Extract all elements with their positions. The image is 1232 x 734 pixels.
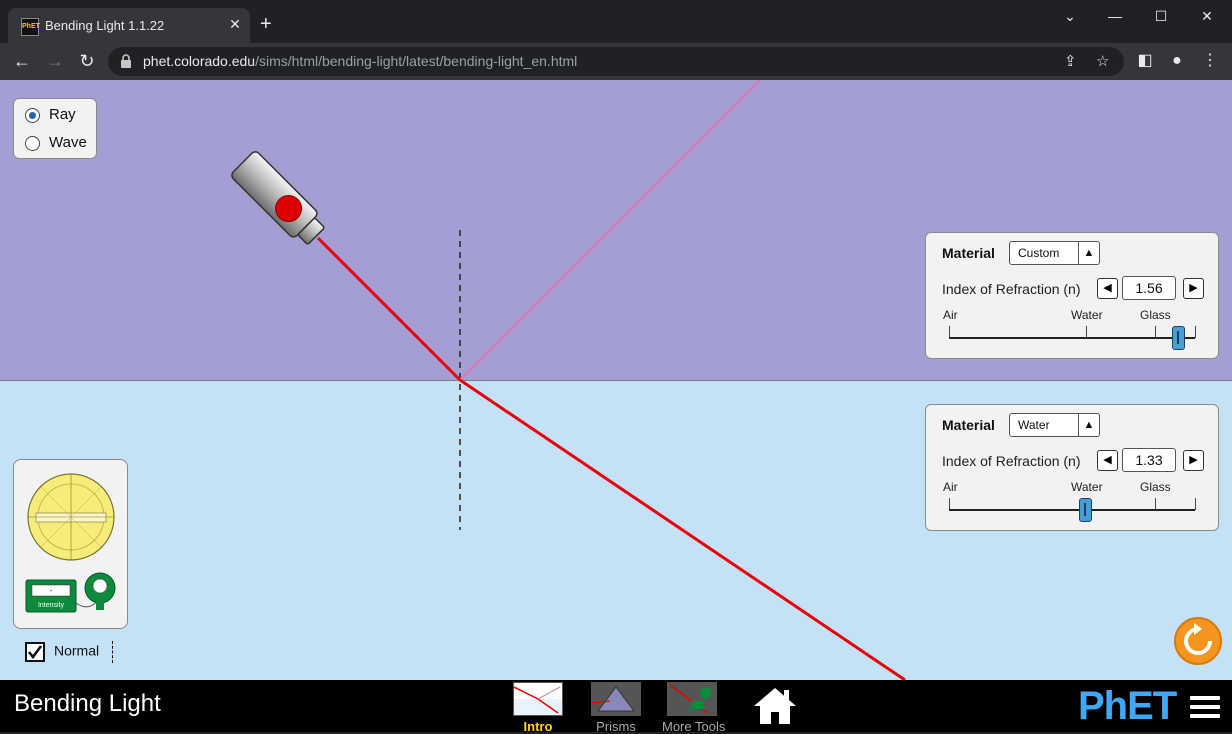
radio-wave-button[interactable]: [25, 135, 40, 151]
laser-pointer[interactable]: [230, 150, 329, 249]
simulation-area[interactable]: Ray Wave Material Custom ▲ Index of Refr…: [0, 80, 1232, 680]
bottom-tick-glass: Glass: [1140, 480, 1171, 494]
tab-title: Bending Light 1.1.22: [45, 18, 165, 33]
top-ior-slider-thumb[interactable]: [1172, 326, 1186, 350]
url-text: phet.colorado.edu/sims/html/bending-ligh…: [143, 53, 577, 69]
top-material-label: Material: [942, 245, 995, 261]
top-material-select[interactable]: Custom ▲: [1009, 241, 1100, 265]
url-host: phet.colorado.edu: [143, 53, 256, 69]
top-tick-water: Water: [1071, 308, 1103, 322]
top-ior-slider-track[interactable]: [949, 337, 1195, 339]
profile-icon[interactable]: ●: [1167, 51, 1187, 71]
reset-icon: [1184, 623, 1212, 655]
top-tick-air: Air: [943, 308, 958, 322]
ray-wave-panel: Ray Wave: [13, 98, 97, 159]
bottom-ior-slider-track[interactable]: [949, 509, 1195, 511]
share-icon[interactable]: ⇪: [1064, 52, 1077, 70]
toolbox-tools: - Intensity: [25, 473, 116, 613]
bottom-material-select[interactable]: Water ▲: [1009, 413, 1100, 437]
phet-favicon-icon: PhET: [21, 18, 40, 36]
minimize-icon[interactable]: —: [1095, 6, 1135, 26]
normal-label: Normal: [54, 642, 100, 659]
normal-checkbox-box[interactable]: [25, 642, 45, 662]
intensity-label: Intensity: [38, 602, 65, 609]
top-tick-mark: [1195, 326, 1196, 338]
bottom-ior-slider-thumb[interactable]: [1078, 498, 1092, 522]
top-ior-value: 1.56: [1122, 276, 1176, 300]
bottom-ior-increment-button[interactable]: ▶: [1183, 450, 1204, 471]
bottom-medium-panel: Material Water ▲ Index of Refraction (n)…: [925, 404, 1219, 531]
bottom-material-dropdown-icon[interactable]: ▲: [1078, 414, 1099, 436]
reflected-ray: [458, 80, 762, 382]
more-tools-screen-icon: [667, 682, 717, 716]
phet-logo[interactable]: PhET: [1078, 684, 1177, 729]
top-material-value: Custom: [1018, 246, 1060, 260]
screen-prisms-button[interactable]: Prisms: [586, 682, 646, 734]
refracted-ray: [459, 378, 906, 680]
top-tick-glass: Glass: [1140, 308, 1171, 322]
home-icon[interactable]: [752, 686, 798, 726]
prisms-screen-icon: [591, 682, 641, 716]
browser-tab[interactable]: PhET Bending Light 1.1.22 ✕: [8, 8, 250, 43]
close-window-icon[interactable]: ✕: [1187, 6, 1227, 26]
address-bar[interactable]: phet.colorado.edu/sims/html/bending-ligh…: [108, 47, 1124, 76]
side-panel-icon[interactable]: ◧: [1135, 51, 1155, 71]
bottom-ior-decrement-button[interactable]: ◀: [1097, 450, 1118, 471]
sim-title: Bending Light: [14, 690, 161, 717]
top-ior-increment-button[interactable]: ▶: [1183, 278, 1204, 299]
incident-ray: [316, 236, 462, 382]
bottom-tick-water: Water: [1071, 480, 1103, 494]
reload-icon[interactable]: ↻: [77, 51, 97, 71]
screen-intro-button[interactable]: Intro: [508, 682, 568, 734]
maximize-icon[interactable]: ☐: [1141, 6, 1181, 26]
toolbox: - Intensity: [13, 459, 128, 629]
top-ior-decrement-button[interactable]: ◀: [1097, 278, 1118, 299]
bottom-ior-value: 1.33: [1122, 448, 1176, 472]
lock-icon: [121, 54, 131, 68]
top-medium-panel: Material Custom ▲ Index of Refraction (n…: [925, 232, 1219, 359]
radio-ray-label: Ray: [49, 106, 76, 123]
bookmark-star-icon[interactable]: ☆: [1096, 52, 1109, 70]
phet-menu-icon[interactable]: [1190, 696, 1220, 720]
normal-checkbox[interactable]: Normal: [25, 642, 99, 662]
bottom-tick-air: Air: [943, 480, 958, 494]
bottom-ior-label: Index of Refraction (n): [942, 453, 1081, 469]
phet-navbar: Bending Light Intro Prisms More Tools Ph…: [0, 680, 1232, 734]
bottom-material-value: Water: [1018, 418, 1050, 432]
protractor-icon[interactable]: [27, 473, 115, 561]
bottom-tick-mark: [1195, 498, 1196, 510]
new-tab-icon[interactable]: +: [260, 14, 272, 34]
tab-search-icon[interactable]: ⌄: [1050, 6, 1090, 26]
check-icon: [27, 645, 43, 660]
bottom-material-label: Material: [942, 417, 995, 433]
forward-icon[interactable]: →: [45, 51, 65, 71]
radio-ray[interactable]: Ray: [25, 106, 76, 126]
screen-more-tools-button[interactable]: More Tools: [662, 682, 725, 734]
browser-toolbar: ← → ↻ phet.colorado.edu/sims/html/bendin…: [0, 43, 1232, 80]
top-material-dropdown-icon[interactable]: ▲: [1078, 242, 1099, 264]
intensity-meter-icon[interactable]: - Intensity: [25, 572, 116, 613]
intro-screen-icon: [513, 682, 563, 716]
chrome-menu-icon[interactable]: ⋮: [1200, 51, 1220, 71]
ray-layer: [230, 80, 906, 680]
radio-wave-label: Wave: [49, 134, 87, 151]
url-path: /sims/html/bending-light/latest/bending-…: [255, 53, 578, 69]
back-icon[interactable]: ←: [12, 51, 32, 71]
close-tab-icon[interactable]: ✕: [226, 15, 244, 33]
normal-legend-icon: [112, 641, 113, 663]
tab-bar: PhET Bending Light 1.1.22 ✕ + ⌄ — ☐ ✕: [0, 0, 1232, 43]
radio-wave[interactable]: Wave: [25, 134, 87, 154]
radio-ray-button[interactable]: [25, 107, 40, 123]
reset-all-button[interactable]: [1174, 617, 1222, 665]
top-ior-label: Index of Refraction (n): [942, 281, 1081, 297]
